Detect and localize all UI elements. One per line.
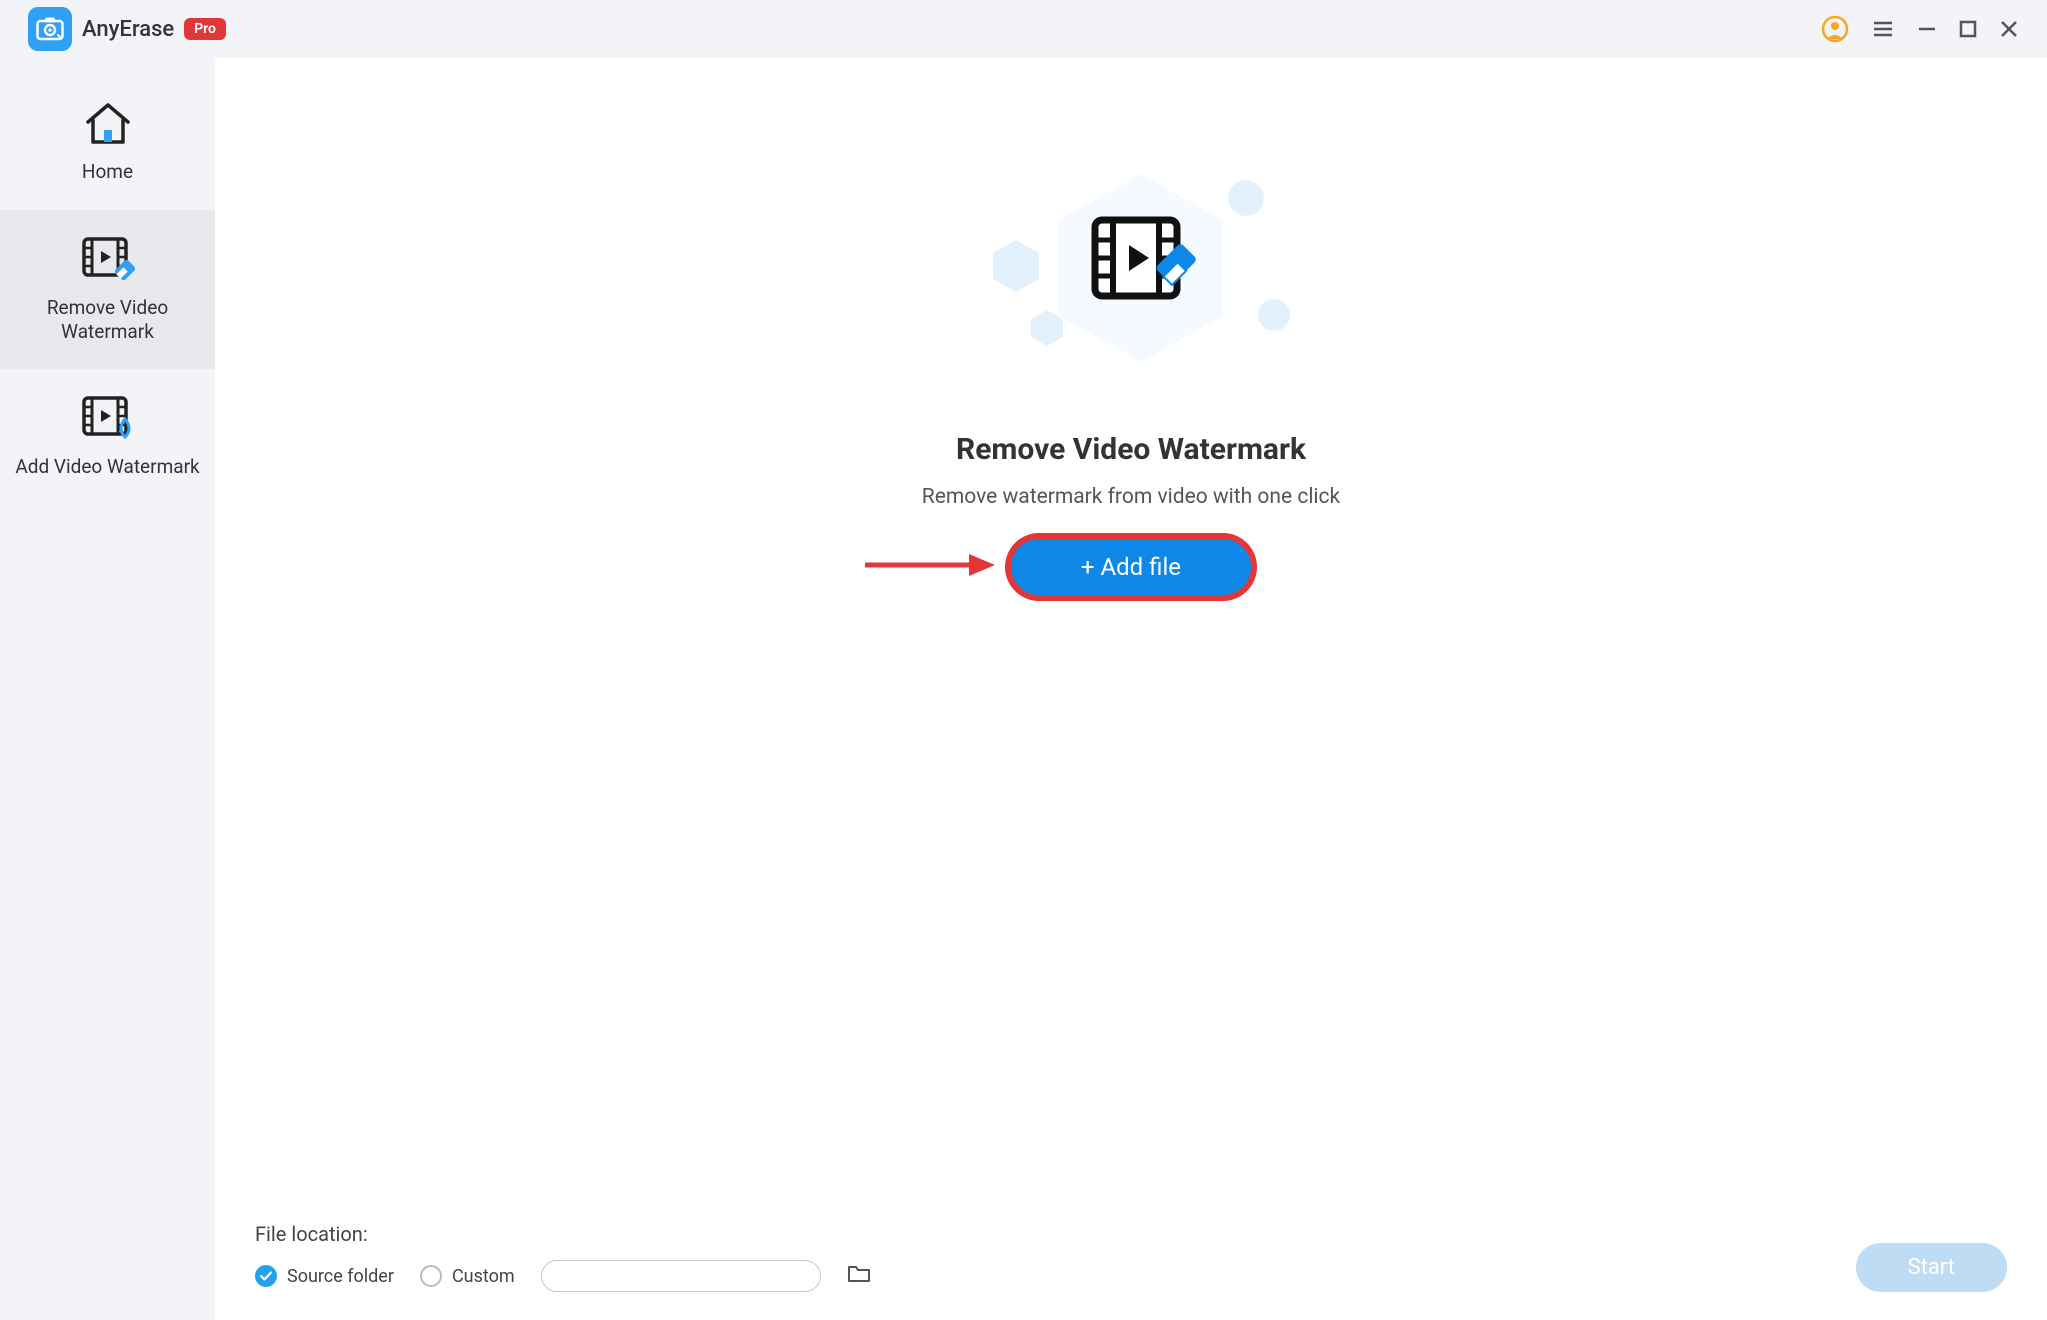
titlebar-right — [1821, 15, 2019, 43]
sidebar-item-home[interactable]: Home — [0, 76, 215, 210]
sidebar-item-label: Remove Video Watermark — [12, 296, 203, 344]
minimize-icon[interactable] — [1917, 19, 1937, 39]
arrow-annotation-icon — [861, 550, 1001, 584]
titlebar: AnyErase Pro — [0, 0, 2047, 58]
radio-label: Source folder — [287, 1266, 394, 1287]
file-location-label: File location: — [255, 1222, 871, 1246]
main-panel: Remove Video Watermark Remove watermark … — [215, 58, 2047, 1320]
sidebar-item-label: Home — [82, 160, 133, 184]
radio-custom[interactable]: Custom — [420, 1265, 515, 1287]
titlebar-left: AnyErase Pro — [28, 7, 226, 51]
app-name: AnyErase — [82, 17, 174, 42]
radio-label: Custom — [452, 1266, 515, 1287]
hero: Remove Video Watermark Remove watermark … — [922, 168, 1340, 595]
radio-unchecked-icon — [420, 1265, 442, 1287]
hero-title: Remove Video Watermark — [956, 432, 1306, 467]
video-eraser-icon — [81, 236, 135, 286]
account-icon[interactable] — [1821, 15, 1849, 43]
browse-folder-icon[interactable] — [847, 1264, 871, 1288]
hero-subtitle: Remove watermark from video with one cli… — [922, 485, 1340, 509]
menu-icon[interactable] — [1871, 17, 1895, 41]
sidebar-item-remove-video-watermark[interactable]: Remove Video Watermark — [0, 210, 215, 370]
custom-path-input[interactable] — [541, 1260, 821, 1292]
add-file-button[interactable]: + Add file — [1011, 539, 1251, 595]
app-logo-icon — [28, 7, 72, 51]
footer: File location: Source folder Custom — [215, 1222, 2047, 1320]
hero-illustration — [981, 168, 1281, 398]
maximize-icon[interactable] — [1959, 20, 1977, 38]
radio-source-folder[interactable]: Source folder — [255, 1265, 394, 1287]
pro-badge: Pro — [184, 18, 226, 40]
sidebar-item-add-video-watermark[interactable]: Add Video Watermark — [0, 369, 215, 505]
radio-checked-icon — [255, 1265, 277, 1287]
start-button[interactable]: Start — [1856, 1243, 2007, 1292]
video-droplet-icon — [81, 395, 135, 445]
sidebar-item-label: Add Video Watermark — [15, 455, 199, 479]
sidebar: Home Remove Video W — [0, 58, 215, 1320]
close-icon[interactable] — [1999, 19, 2019, 39]
home-icon — [84, 102, 132, 150]
footer-left: File location: Source folder Custom — [255, 1222, 871, 1292]
file-location-options: Source folder Custom — [255, 1260, 871, 1292]
